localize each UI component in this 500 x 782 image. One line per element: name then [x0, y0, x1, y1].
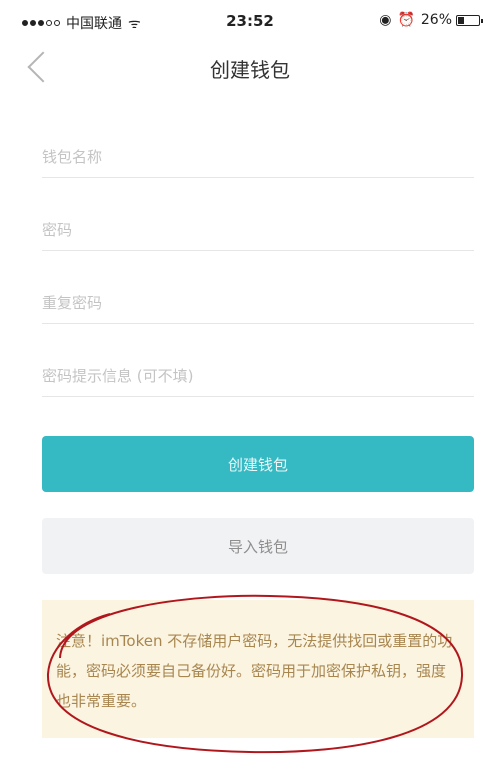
create-wallet-screen: 中国联通 ᯤ 23:52 ◉ ⏰ 26% 创建钱包 创建钱包 导入钱包 注意！i…	[0, 0, 500, 782]
battery-fill	[458, 16, 464, 24]
password-input[interactable]	[42, 211, 474, 249]
repeat-password-input[interactable]	[42, 284, 474, 322]
status-right: ◉ ⏰ 26%	[373, 12, 483, 28]
nav-bar: 创建钱包	[0, 42, 500, 94]
wallet-name-field	[42, 138, 474, 178]
repeat-password-field	[42, 284, 474, 324]
page-title: 创建钱包	[210, 58, 290, 82]
create-wallet-button[interactable]: 创建钱包	[42, 436, 474, 492]
notice-text: 注意！imToken 不存储用户密码，无法提供找回或重置的功能，密码必须要自己备…	[56, 632, 453, 710]
status-bar: 中国联通 ᯤ 23:52 ◉ ⏰ 26%	[0, 0, 500, 42]
import-wallet-button[interactable]: 导入钱包	[42, 518, 474, 574]
wallet-name-input[interactable]	[42, 138, 474, 176]
password-notice: 注意！imToken 不存储用户密码，无法提供找回或重置的功能，密码必须要自己备…	[42, 600, 474, 738]
alarm-icon: ⏰	[397, 12, 415, 28]
password-hint-input[interactable]	[42, 357, 474, 395]
battery-percent: 26%	[420, 12, 452, 28]
location-lock-icon: ◉	[379, 12, 392, 28]
password-field	[42, 211, 474, 251]
password-hint-field	[42, 357, 474, 397]
battery-icon	[456, 14, 483, 26]
